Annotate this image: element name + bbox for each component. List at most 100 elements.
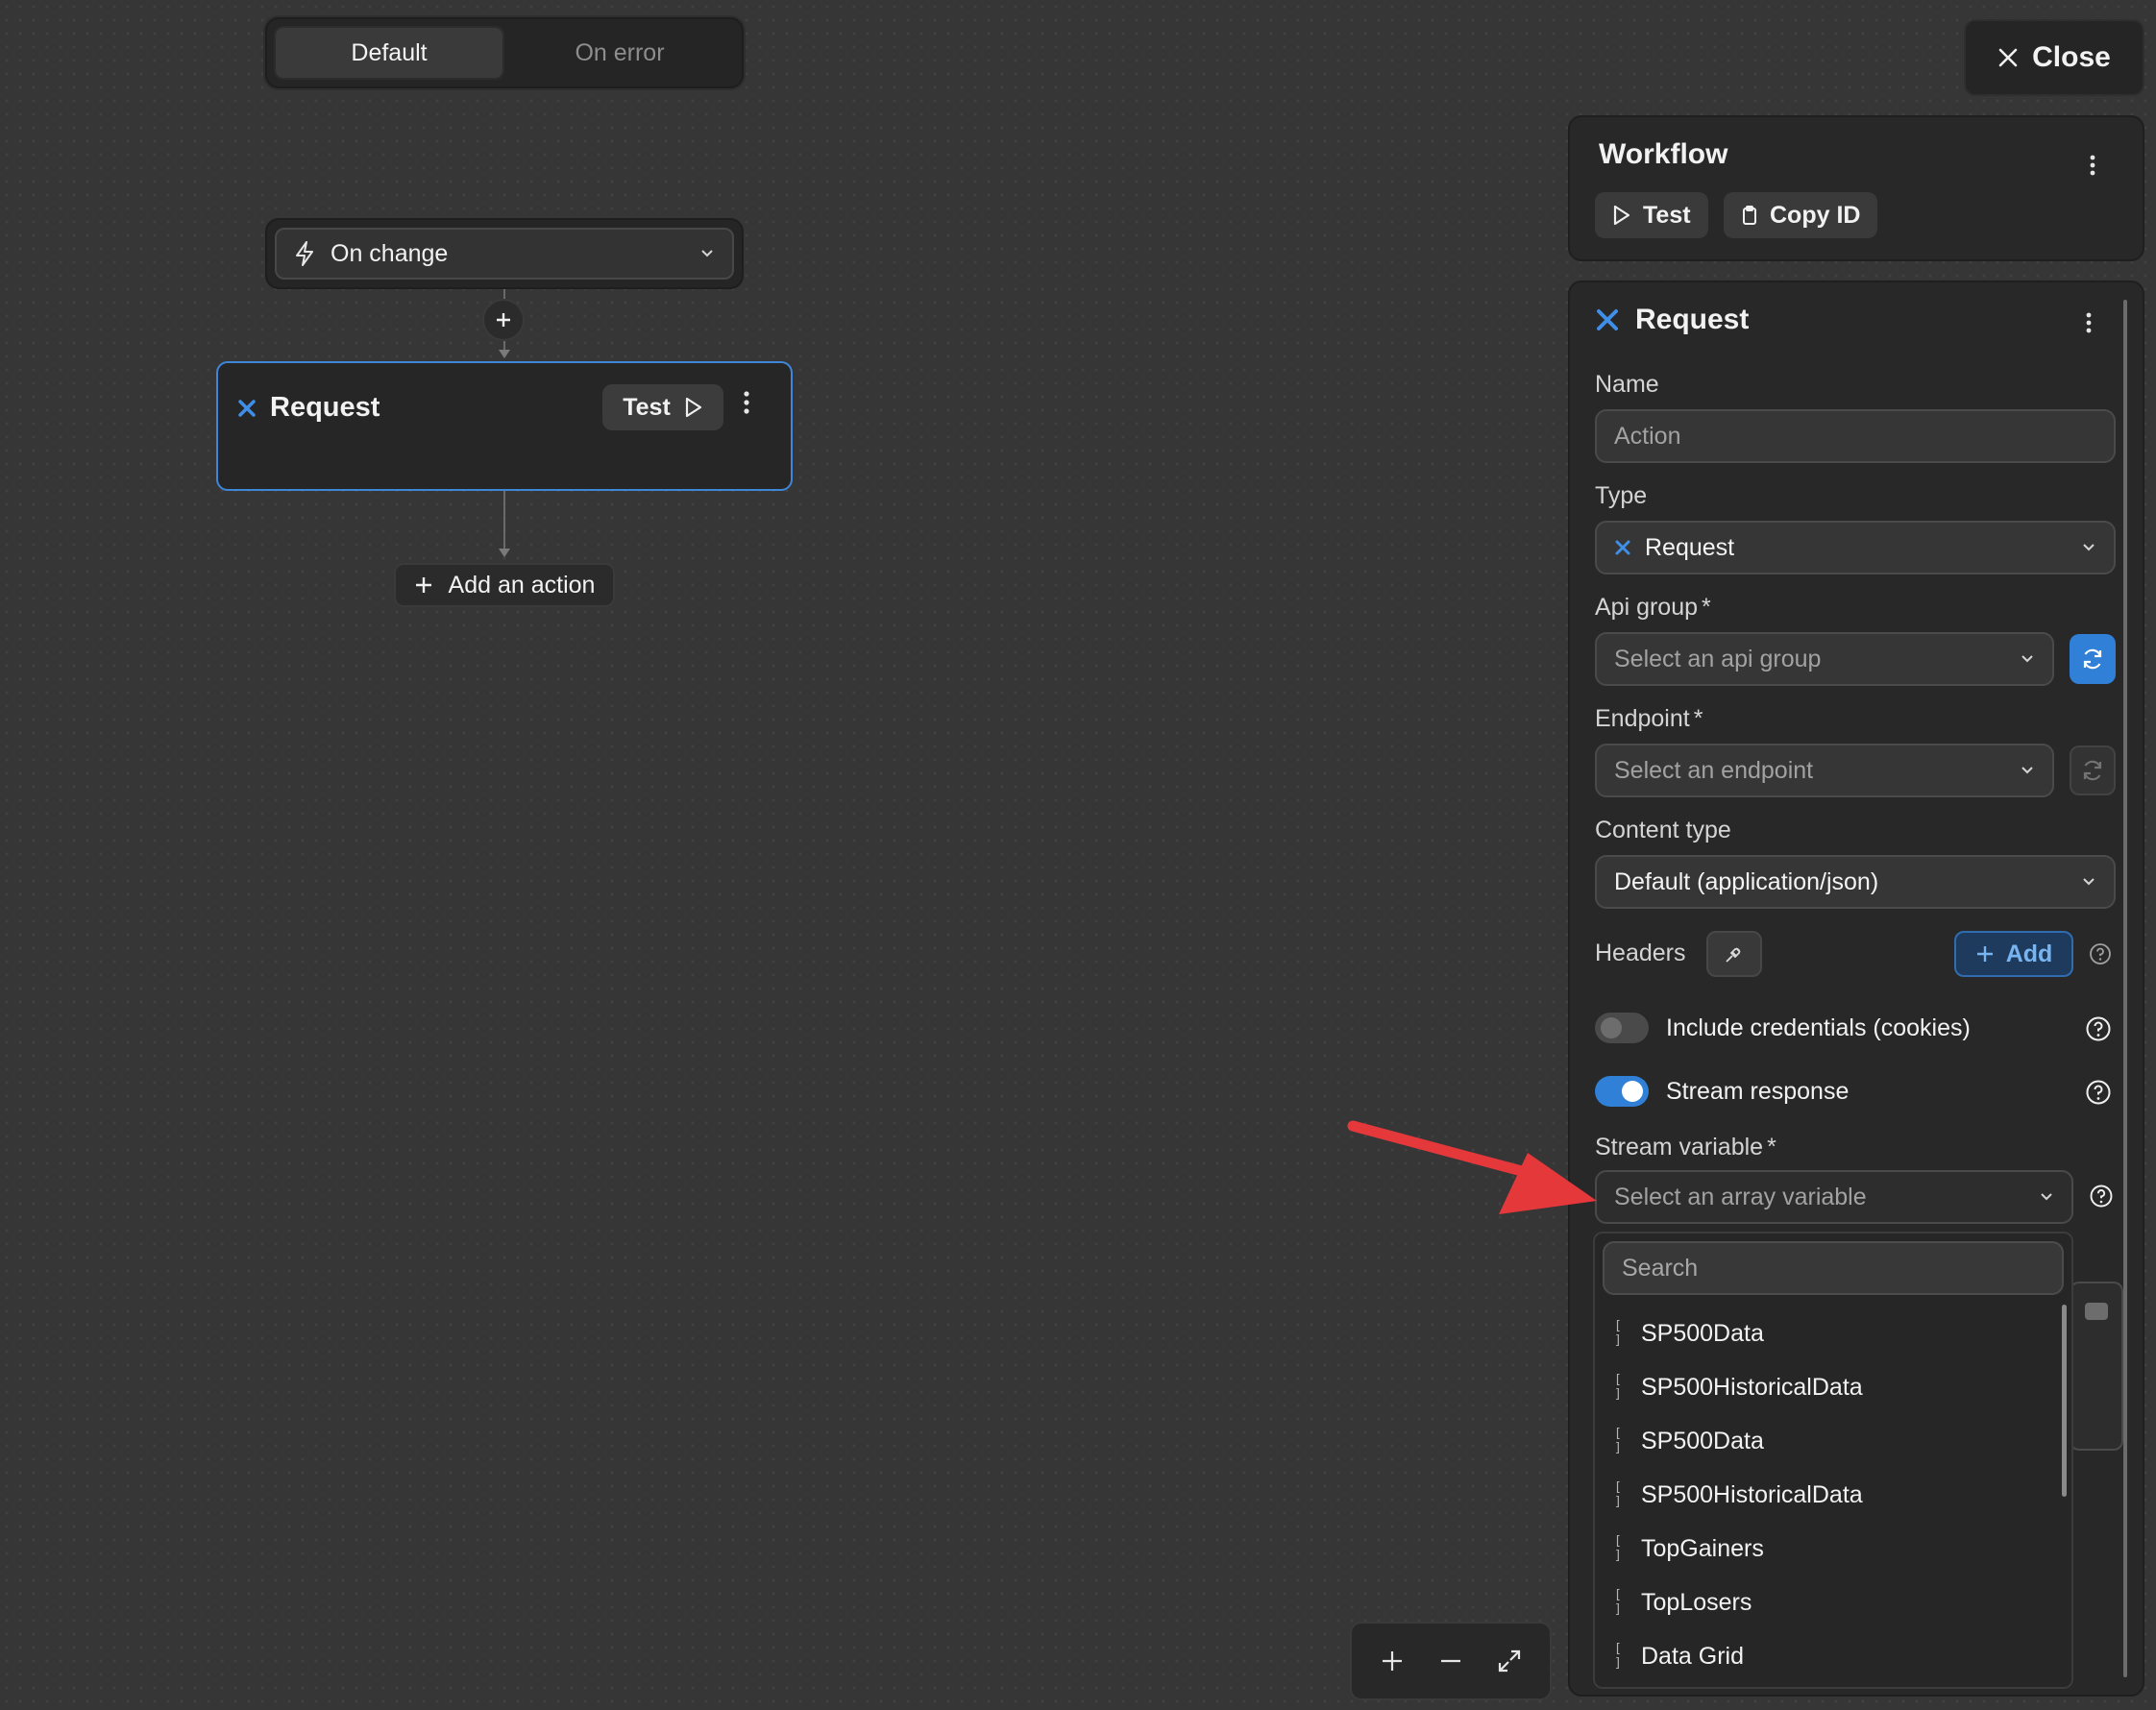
request-x-icon <box>237 399 257 418</box>
dropdown-option[interactable]: [ ] TopGainers <box>1595 1522 2056 1576</box>
test-label: Test <box>623 393 671 421</box>
workflow-menu-icon[interactable] <box>2089 154 2096 177</box>
close-label: Close <box>2032 41 2111 73</box>
api-group-placeholder: Select an api group <box>1614 645 1822 672</box>
plus-icon <box>1383 1651 1403 1671</box>
dropdown-scrollbar[interactable] <box>2062 1305 2067 1497</box>
add-action-button[interactable]: Add an action <box>394 563 615 607</box>
dropdown-option[interactable]: [ ] SP500HistoricalData <box>1595 1360 2056 1414</box>
mode-default-tab[interactable]: Default <box>274 26 504 80</box>
mode-on-error-tab[interactable]: On error <box>504 26 735 80</box>
include-credentials-switch[interactable] <box>1595 1013 1649 1043</box>
request-node-menu-icon[interactable] <box>743 390 750 415</box>
stream-response-row: Stream response <box>1595 1076 1849 1107</box>
workflow-title: Workflow <box>1599 138 1728 170</box>
stream-variable-placeholder: Select an array variable <box>1614 1183 1867 1210</box>
code-editor-preview <box>2070 1282 2123 1451</box>
refresh-icon <box>2083 760 2102 781</box>
fit-view-button[interactable] <box>1487 1639 1531 1683</box>
dropdown-search-input[interactable] <box>1603 1241 2064 1295</box>
workflow-panel: Workflow Test Copy ID <box>1568 115 2144 261</box>
headers-plugin-button[interactable] <box>1706 931 1762 977</box>
panel-menu-icon[interactable] <box>2085 311 2093 334</box>
request-x-icon <box>1595 307 1620 332</box>
array-bracket-icon: [ ] <box>1614 1319 1622 1348</box>
dropdown-option[interactable]: [ ] SP500HistoricalData <box>1595 1468 2056 1522</box>
stream-response-help-icon[interactable] <box>2085 1079 2112 1106</box>
close-button[interactable]: Close <box>1964 19 2144 96</box>
copy-id-label: Copy ID <box>1770 201 1861 229</box>
headers-label: Headers <box>1595 940 1686 966</box>
trigger-node: On change <box>265 218 744 289</box>
type-select[interactable]: Request <box>1595 521 2116 574</box>
insert-step-button[interactable] <box>482 299 525 341</box>
include-credentials-label: Include credentials (cookies) <box>1666 1014 1971 1041</box>
content-type-select[interactable]: Default (application/json) <box>1595 855 2116 909</box>
workflow-test-button[interactable]: Test <box>1595 192 1708 238</box>
array-bracket-icon: [ ] <box>1614 1480 1622 1509</box>
connector-line <box>503 491 505 550</box>
panel-scrollbar[interactable] <box>2123 300 2127 1677</box>
array-bracket-icon: [ ] <box>1614 1373 1622 1402</box>
dropdown-option[interactable]: [ ] TopLosers <box>1595 1576 2056 1629</box>
chevron-down-icon <box>2039 1192 2054 1202</box>
zoom-in-button[interactable] <box>1370 1639 1414 1683</box>
api-group-label: Api group * <box>1595 594 1711 621</box>
connector-line <box>503 289 505 299</box>
add-action-label: Add an action <box>448 571 596 598</box>
request-node-test-button[interactable]: Test <box>602 384 723 430</box>
dropdown-option-label: TopGainers <box>1641 1534 1764 1562</box>
name-input[interactable]: Action <box>1595 409 2116 463</box>
zoom-out-button[interactable] <box>1429 1639 1473 1683</box>
endpoint-refresh-button[interactable] <box>2070 745 2116 795</box>
dropdown-option[interactable]: [ ] SP500Data <box>1595 1414 2056 1468</box>
include-credentials-row: Include credentials (cookies) <box>1595 1013 1971 1043</box>
headers-help-icon[interactable] <box>2089 942 2112 965</box>
dropdown-option-label: SP500Data <box>1641 1319 1764 1347</box>
endpoint-label: Endpoint * <box>1595 705 1703 732</box>
zoom-controls <box>1350 1622 1552 1700</box>
request-node-card[interactable]: Request Test <box>216 361 793 491</box>
dropdown-option-label: Data Grid <box>1641 1642 1744 1670</box>
annotation-arrow <box>1345 1114 1605 1220</box>
stream-variable-select[interactable]: Select an array variable <box>1595 1170 2073 1224</box>
copy-id-button[interactable]: Copy ID <box>1724 192 1878 238</box>
play-icon <box>684 397 703 418</box>
mode-toggle: Default On error <box>265 17 744 88</box>
panel-title: Request <box>1635 304 1750 335</box>
close-icon <box>1998 48 2018 67</box>
chevron-down-icon <box>2081 543 2096 552</box>
play-icon <box>1613 205 1630 226</box>
minus-icon <box>1440 1659 1460 1663</box>
include-credentials-help-icon[interactable] <box>2085 1015 2112 1042</box>
dropdown-option-label: TopLosers <box>1641 1588 1752 1616</box>
dropdown-option[interactable]: [ ] Data Grid <box>1595 1629 2056 1683</box>
type-value: Request <box>1645 533 1735 561</box>
array-bracket-icon: [ ] <box>1614 1642 1622 1671</box>
api-group-refresh-button[interactable] <box>2070 634 2116 684</box>
trigger-select[interactable]: On change <box>275 228 734 280</box>
headers-add-button[interactable]: Add <box>1954 931 2073 977</box>
dropdown-option-label: SP500HistoricalData <box>1641 1373 1863 1401</box>
clipboard-icon <box>1743 206 1756 225</box>
name-placeholder: Action <box>1614 422 1681 450</box>
stream-variable-help-icon[interactable] <box>2089 1184 2114 1209</box>
chevron-down-icon <box>2020 766 2035 775</box>
refresh-icon <box>2083 648 2102 670</box>
dropdown-option-label: SP500HistoricalData <box>1641 1480 1863 1508</box>
api-group-select[interactable]: Select an api group <box>1595 632 2054 686</box>
request-node-title: Request <box>237 392 380 424</box>
connector-arrow-icon <box>499 350 510 359</box>
dropdown-option-list: [ ] SP500Data [ ] SP500HistoricalData [ ] SP5… <box>1595 1307 2056 1683</box>
chevron-down-icon <box>2081 877 2096 887</box>
request-node-label: Request <box>270 392 380 423</box>
dropdown-option-label: SP500Data <box>1641 1427 1764 1454</box>
type-label: Type <box>1595 482 1648 509</box>
array-variable-dropdown: [ ] SP500Data [ ] SP500HistoricalData [ ] SP5… <box>1593 1232 2073 1689</box>
plus-icon <box>497 313 510 327</box>
request-x-icon <box>1614 539 1631 556</box>
stream-response-switch[interactable] <box>1595 1076 1649 1107</box>
dropdown-option[interactable]: [ ] SP500Data <box>1595 1307 2056 1360</box>
endpoint-select[interactable]: Select an endpoint <box>1595 744 2054 797</box>
plug-icon <box>1726 947 1741 963</box>
